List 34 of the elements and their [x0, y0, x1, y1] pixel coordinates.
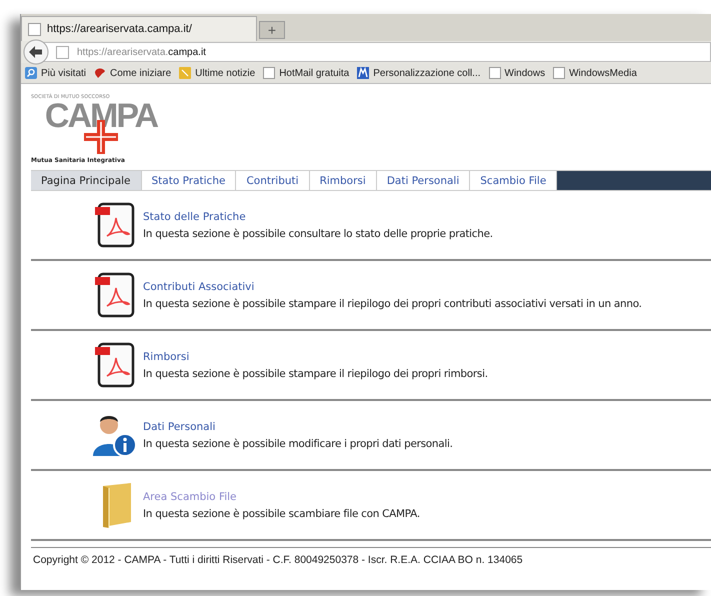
section-description: In questa sezione è possibile stampare il riepilogo dei propri contributi associativi versati in un anno. — [143, 298, 642, 310]
pdf-icon[interactable] — [95, 342, 135, 388]
page-icon — [553, 67, 566, 79]
section-link[interactable]: Rimborsi — [143, 350, 190, 362]
bookmark-item[interactable]: Windows — [488, 67, 546, 79]
page-icon — [263, 67, 276, 79]
section-link[interactable]: Stato delle Pratiche — [143, 210, 246, 222]
search-icon — [25, 67, 37, 79]
page-icon — [488, 67, 500, 79]
pdf-icon[interactable] — [95, 272, 135, 318]
nav-tab[interactable]: Pagina Principale — [31, 171, 142, 190]
nav-tab[interactable]: Stato Pratiche — [142, 171, 236, 190]
section-description: In questa sezione è possibile modificare i propri dati personali. — [143, 438, 453, 450]
address-field[interactable]: https://areariservata.campa.it — [43, 42, 711, 62]
section-description: In questa sezione è possibile scambiare file con CAMPA. — [143, 508, 420, 520]
bookmark-item[interactable]: Più visitati — [25, 67, 86, 79]
bookmark-item[interactable]: Personalizzazione coll... — [357, 67, 480, 79]
section-link[interactable]: Dati Personali — [143, 420, 216, 432]
bookmark-item[interactable]: Ultime notizie — [179, 67, 256, 79]
section-description: In questa sezione è possibile stampare il riepilogo dei propri rimborsi. — [143, 368, 488, 380]
browser-tab[interactable]: https://areariservata.campa.it/ — [21, 16, 257, 41]
bookmark-item[interactable]: Come iniziare — [94, 67, 172, 79]
section-link[interactable]: Contributi Associativi — [143, 280, 254, 292]
bookmark-item[interactable]: HotMail gratuita — [263, 67, 350, 79]
new-tab-button[interactable]: + — [259, 21, 285, 39]
brand-icon — [357, 67, 370, 79]
nav-tab[interactable]: Contributi — [236, 171, 310, 190]
pdf-icon[interactable] — [95, 202, 135, 248]
nav-tab[interactable]: Dati Personali — [376, 171, 470, 190]
nav-tab[interactable]: Rimborsi — [310, 171, 377, 190]
footer-text: Copyright © 2012 - CAMPA - Tutti i diritti Riservati - C.F. 80049250378 - Iscr. R.E.A. CCIAA BO n. 134065 — [31, 547, 711, 566]
logo-name: CAMPA — [44, 100, 158, 132]
section-description: In questa sezione è possibile consultare lo stato delle proprie pratiche. — [143, 228, 493, 240]
bookmark-item[interactable]: WindowsMedia — [553, 67, 637, 79]
